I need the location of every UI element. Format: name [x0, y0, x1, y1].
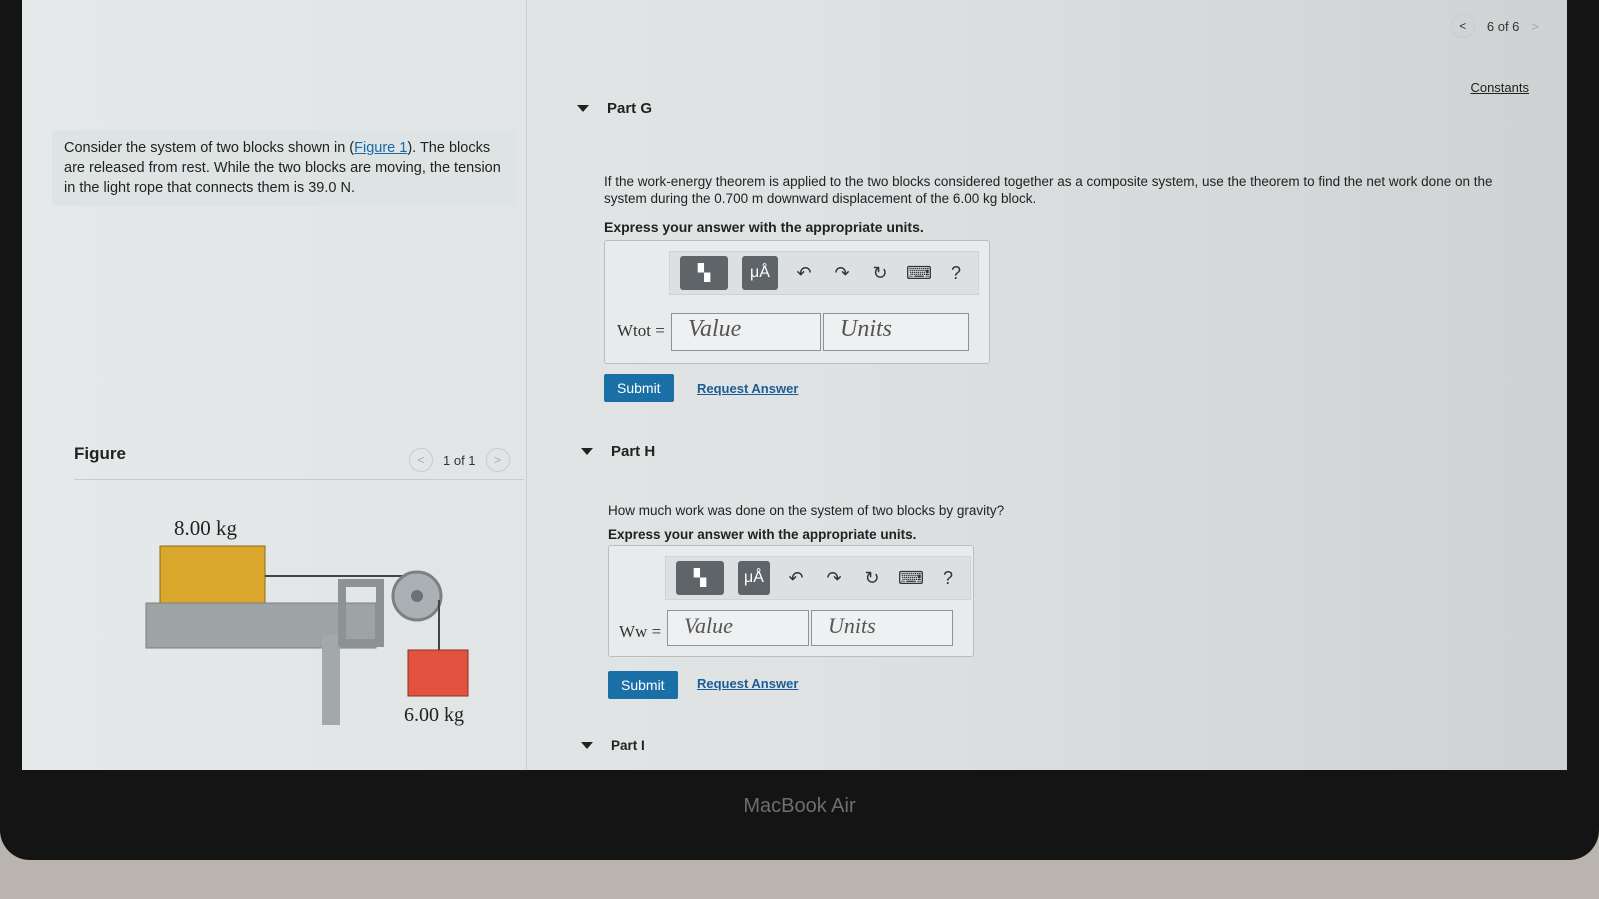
- device-brand: MacBook Air: [743, 795, 856, 817]
- question-text: How much work was done on the system of …: [608, 503, 1005, 518]
- table-leg: [322, 635, 340, 725]
- request-answer-link[interactable]: Request Answer: [697, 676, 798, 691]
- variable-label: Wtot =: [617, 321, 665, 340]
- templates-icon[interactable]: ▚: [680, 256, 728, 290]
- figure-prev-button[interactable]: <: [409, 448, 433, 472]
- collapse-icon: [577, 105, 589, 112]
- help-icon[interactable]: ?: [936, 568, 960, 589]
- reset-icon[interactable]: ↻: [860, 568, 884, 589]
- units-button[interactable]: μÅ: [738, 561, 770, 595]
- instruction-text: Express your answer with the appropriate…: [604, 219, 924, 235]
- answer-box: ▚ μÅ ↶ ↷ ↻ ⌨ ? Ww = Value Units: [608, 545, 974, 657]
- request-answer-link[interactable]: Request Answer: [697, 381, 798, 396]
- collapse-icon: [581, 742, 593, 749]
- blocks-pulley-diagram: 8.00 kg 6.00 kg: [145, 516, 469, 726]
- part-i: Part I: [581, 738, 645, 753]
- part-title: Part G: [607, 100, 653, 117]
- undo-icon[interactable]: ↶: [792, 263, 816, 284]
- part-i-header[interactable]: Part I: [581, 738, 645, 753]
- intro-text: Consider the system of two blocks shown …: [64, 140, 355, 156]
- chevron-right-icon[interactable]: >: [1531, 19, 1539, 34]
- problem-page-count: 6 of 6: [1486, 18, 1520, 34]
- figure-pager: < 1 of 1 >: [409, 448, 510, 472]
- left-panel: Consider the system of two blocks shown …: [22, 0, 527, 770]
- mass-top-label: 8.00 kg: [174, 516, 238, 540]
- pulley-axle: [411, 590, 423, 602]
- block-top: [159, 545, 266, 604]
- figure-header: Figure < 1 of 1 >: [74, 442, 524, 480]
- part-g: Part G If the work-energy theorem is app…: [577, 100, 1537, 402]
- part-h: Part H How much work was done on the sys…: [581, 443, 1541, 699]
- mass-hanging-label: 6.00 kg: [404, 704, 464, 726]
- reset-icon[interactable]: ↻: [868, 263, 892, 284]
- constants-link[interactable]: Constants: [1470, 80, 1529, 95]
- redo-icon[interactable]: ↷: [830, 263, 854, 284]
- problem-pager: < 6 of 6 >: [1450, 14, 1539, 38]
- answer-box: ▚ μÅ ↶ ↷ ↻ ⌨ ? Wtot = Value Units: [604, 240, 990, 364]
- part-h-header[interactable]: Part H: [581, 443, 1541, 460]
- variable-label: Ww =: [619, 622, 662, 641]
- help-icon[interactable]: ?: [944, 263, 968, 284]
- submit-button[interactable]: Submit: [604, 374, 674, 402]
- collapse-icon: [581, 448, 593, 455]
- units-input[interactable]: Units: [811, 610, 953, 646]
- redo-icon[interactable]: ↷: [822, 568, 846, 589]
- undo-icon[interactable]: ↶: [784, 568, 808, 589]
- keyboard-icon[interactable]: ⌨: [906, 263, 932, 284]
- units-button[interactable]: μÅ: [742, 256, 778, 290]
- math-toolbar: ▚ μÅ ↶ ↷ ↻ ⌨ ?: [665, 556, 971, 600]
- part-title: Part H: [611, 443, 656, 460]
- figure-link[interactable]: Figure 1: [354, 140, 407, 156]
- figure-title: Figure: [74, 444, 126, 463]
- value-input[interactable]: Value: [667, 610, 809, 646]
- screen: Consider the system of two blocks shown …: [22, 0, 1567, 770]
- keyboard-icon[interactable]: ⌨: [898, 568, 924, 589]
- instruction-text: Express your answer with the appropriate…: [608, 527, 917, 542]
- value-input[interactable]: Value: [671, 313, 821, 351]
- figure-next-button[interactable]: >: [485, 448, 510, 472]
- figure-page-count: 1 of 1: [443, 452, 476, 468]
- chevron-left-icon[interactable]: <: [1450, 14, 1475, 38]
- math-toolbar: ▚ μÅ ↶ ↷ ↻ ⌨ ?: [669, 251, 979, 295]
- part-title: Part I: [611, 738, 645, 753]
- part-g-header[interactable]: Part G: [577, 100, 1537, 117]
- submit-button[interactable]: Submit: [608, 671, 678, 699]
- units-input[interactable]: Units: [823, 313, 969, 351]
- figure-diagram: 8.00 kg 6.00 kg: [142, 505, 502, 740]
- question-text: If the work-energy theorem is applied to…: [604, 174, 1493, 206]
- templates-icon[interactable]: ▚: [676, 561, 724, 595]
- problem-intro: Consider the system of two blocks shown …: [52, 130, 517, 206]
- block-hanging: [407, 649, 469, 697]
